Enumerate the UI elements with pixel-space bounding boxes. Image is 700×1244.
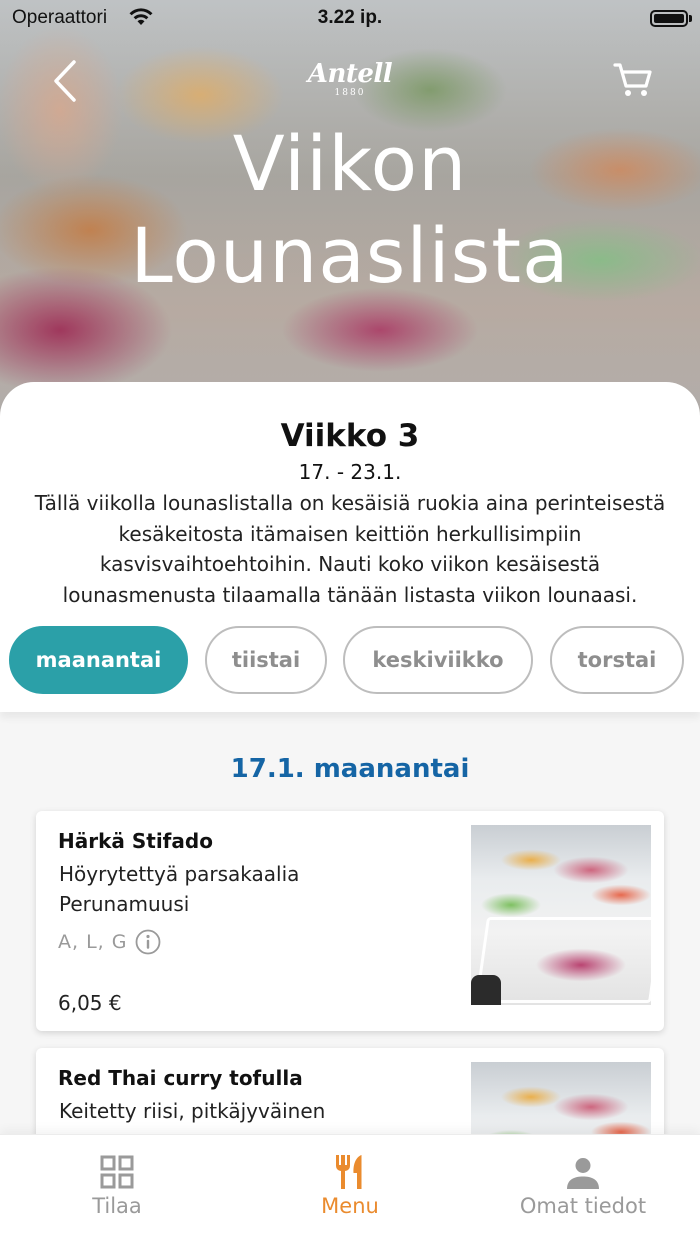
grid-icon [100, 1155, 134, 1189]
allergen-list: A, L, G [58, 931, 128, 953]
tab-label: Menu [321, 1194, 379, 1218]
dish-name: Härkä Stifado [58, 829, 213, 853]
dish-price: 6,05 € [58, 991, 122, 1015]
date-heading: 17.1. maanantai [230, 754, 470, 784]
page-title-line2: Lounaslista [130, 211, 570, 300]
fork-knife-icon [336, 1155, 362, 1189]
tab-omat-tiedot[interactable]: Omat tiedot [508, 1135, 658, 1231]
user-icon [567, 1158, 599, 1189]
dish-name: Red Thai curry tofulla [58, 1066, 303, 1090]
back-button[interactable] [46, 58, 86, 104]
tab-tilaa[interactable]: Tilaa [42, 1135, 192, 1231]
status-bar: Operaattori 3.22 ip. [0, 0, 700, 36]
week-title: Viikko 3 [280, 418, 420, 454]
bottom-tab-bar: Tilaa Menu Omat tiedot [0, 1134, 700, 1244]
battery-tip [689, 15, 692, 22]
tab-torstai[interactable]: torstai [550, 626, 684, 694]
week-description: Tällä viikolla lounaslistalla on kesäisi… [34, 491, 666, 607]
brand-logo: Antell 1880 [300, 60, 400, 98]
tab-keskiviikko[interactable]: keskiviikko [343, 626, 533, 694]
menu-list[interactable]: 17.1. maanantai Härkä Stifado Höyrytetty… [0, 712, 700, 1134]
tab-tiistai[interactable]: tiistai [205, 626, 327, 694]
cart-icon[interactable] [612, 60, 654, 100]
brand-year: 1880 [334, 88, 366, 98]
battery-icon [650, 10, 688, 27]
dish-side: Perunamuusi [59, 892, 190, 916]
brand-name: Antell [307, 59, 393, 89]
day-tabs: maanantai tiistai keskiviikko torstai [9, 626, 700, 694]
tab-label: Omat tiedot [519, 1194, 647, 1218]
dish-side: Keitetty riisi, pitkäjyväinen [59, 1099, 326, 1123]
week-dates: 17. - 23.1. [298, 460, 402, 484]
dish-photo [471, 1062, 651, 1134]
menu-item-card[interactable]: Red Thai curry tofulla Keitetty riisi, p… [36, 1048, 664, 1134]
tab-maanantai[interactable]: maanantai [9, 626, 188, 694]
dish-side: Höyrytettyä parsakaalia [59, 862, 300, 886]
menu-item-card[interactable]: Härkä Stifado Höyrytettyä parsakaalia Pe… [36, 811, 664, 1031]
tab-menu[interactable]: Menu [275, 1135, 425, 1231]
page-title-line1: Viikon [232, 119, 468, 208]
dish-photo [471, 825, 651, 1005]
tab-label: Tilaa [92, 1194, 142, 1218]
clock-label: 3.22 ip. [317, 7, 383, 28]
hero-banner: Operaattori 3.22 ip. Antell 1880 Viikon … [0, 0, 700, 440]
week-info-panel: Viikko 3 17. - 23.1. Tällä viikolla loun… [0, 382, 700, 712]
page-title: Viikon Lounaslista [0, 118, 700, 302]
info-icon[interactable] [135, 929, 161, 955]
